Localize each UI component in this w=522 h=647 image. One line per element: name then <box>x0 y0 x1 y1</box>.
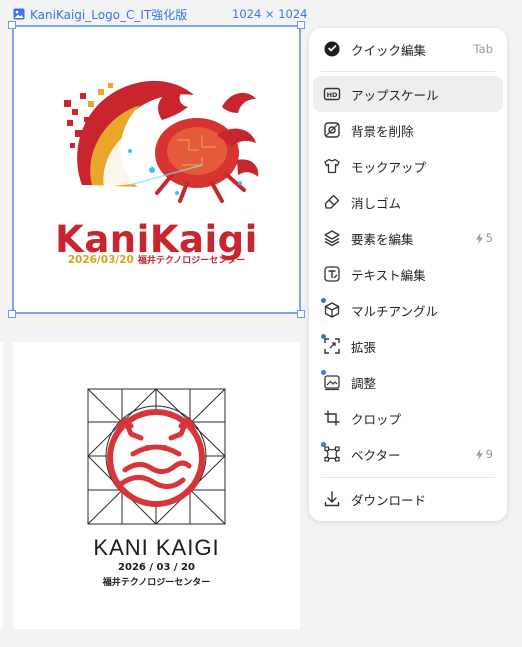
image-frame-2[interactable]: KANI KAIGI 2026 / 03 / 20 福井テクノロジーセンター <box>13 342 300 629</box>
menu-item-label: クロップ <box>351 411 402 427</box>
menu-item-vector[interactable]: ベクター 9 <box>313 436 503 472</box>
credit-value: 9 <box>485 447 493 461</box>
menu-item-label: アップスケール <box>351 87 439 103</box>
menu-item-label: ダウンロード <box>351 492 427 508</box>
canvas-image-label[interactable]: KaniKaigi_Logo_C_IT強化版 <box>13 6 187 22</box>
menu-item-quick-edit[interactable]: クイック編集 Tab <box>313 31 503 67</box>
menu-item-expand[interactable]: 拡張 <box>313 328 503 364</box>
menu-item-label: モックアップ <box>351 159 427 175</box>
menu-item-label: 調整 <box>351 375 377 391</box>
remove-background-icon <box>323 121 341 139</box>
menu-item-label: 消しゴム <box>351 195 402 211</box>
credit-cost: 9 <box>475 447 493 461</box>
resize-handle-bottom-right[interactable] <box>297 310 305 318</box>
menu-item-mockup[interactable]: モックアップ <box>313 148 503 184</box>
image-icon <box>13 8 25 20</box>
menu-item-edit-elements[interactable]: 要素を編集 5 <box>313 220 503 256</box>
text-edit-icon <box>323 265 341 283</box>
quick-edit-icon <box>323 40 341 58</box>
menu-item-crop[interactable]: クロップ <box>313 400 503 436</box>
resize-handle-top-left[interactable] <box>8 21 16 29</box>
menu-item-label: 要素を編集 <box>351 231 414 247</box>
logo2-venue: 福井テクノロジーセンター <box>102 578 211 588</box>
menu-item-remove-background[interactable]: 背景を削除 <box>313 112 503 148</box>
new-indicator-dot <box>321 442 326 447</box>
new-indicator-dot <box>321 334 326 339</box>
menu-item-label: ベクター <box>351 447 401 463</box>
tshirt-icon <box>323 157 341 175</box>
credit-cost: 5 <box>475 231 493 245</box>
menu-item-multi-angle[interactable]: マルチアングル <box>313 292 503 328</box>
image-size: 1024 × 1024 <box>232 7 308 21</box>
expand-icon <box>321 334 341 355</box>
download-icon <box>323 490 341 508</box>
resize-handle-bottom-left[interactable] <box>8 310 16 318</box>
menu-item-label: 拡張 <box>351 339 377 355</box>
lightning-icon <box>475 232 483 244</box>
menu-item-eraser[interactable]: 消しゴム <box>313 184 503 220</box>
logo2-date: 2026 / 03 / 20 <box>118 562 195 573</box>
menu-item-label: マルチアングル <box>351 303 439 319</box>
menu-item-download[interactable]: ダウンロード <box>313 481 503 517</box>
hd-icon: HD <box>323 85 341 103</box>
new-indicator-dot <box>321 298 326 303</box>
selection-outline <box>12 25 301 314</box>
image-name: KaniKaigi_Logo_C_IT強化版 <box>30 7 188 22</box>
selected-image-frame[interactable]: KaniKaigi 2026/03/20 福井テクノロジーセンター <box>8 21 305 318</box>
crop-icon <box>323 409 341 427</box>
resize-handle-top-right[interactable] <box>297 21 305 29</box>
new-indicator-dot <box>321 370 326 375</box>
menu-divider <box>321 477 495 478</box>
menu-item-label: 背景を削除 <box>351 123 414 139</box>
cube-icon <box>321 298 341 319</box>
menu-item-adjust[interactable]: 調整 <box>313 364 503 400</box>
eraser-icon <box>323 193 341 211</box>
menu-item-label: テキスト編集 <box>351 267 426 283</box>
menu-item-label: クイック編集 <box>351 42 427 58</box>
menu-divider <box>321 71 495 72</box>
context-menu: クイック編集 Tab HD アップスケール 背景を削除 モックアップ 消しゴム … <box>309 28 507 521</box>
menu-item-text-edit[interactable]: テキスト編集 <box>313 256 503 292</box>
adjust-icon <box>321 370 341 391</box>
adjacent-frame-edge <box>0 342 3 629</box>
credit-value: 5 <box>485 231 493 245</box>
shortcut-hint: Tab <box>473 42 493 56</box>
vector-icon <box>321 442 341 463</box>
svg-text:HD: HD <box>327 91 338 99</box>
menu-item-upscale[interactable]: HD アップスケール <box>313 76 503 112</box>
lightning-icon <box>475 448 483 460</box>
logo2-title: KANI KAIGI <box>93 535 220 560</box>
layers-icon <box>323 229 341 247</box>
